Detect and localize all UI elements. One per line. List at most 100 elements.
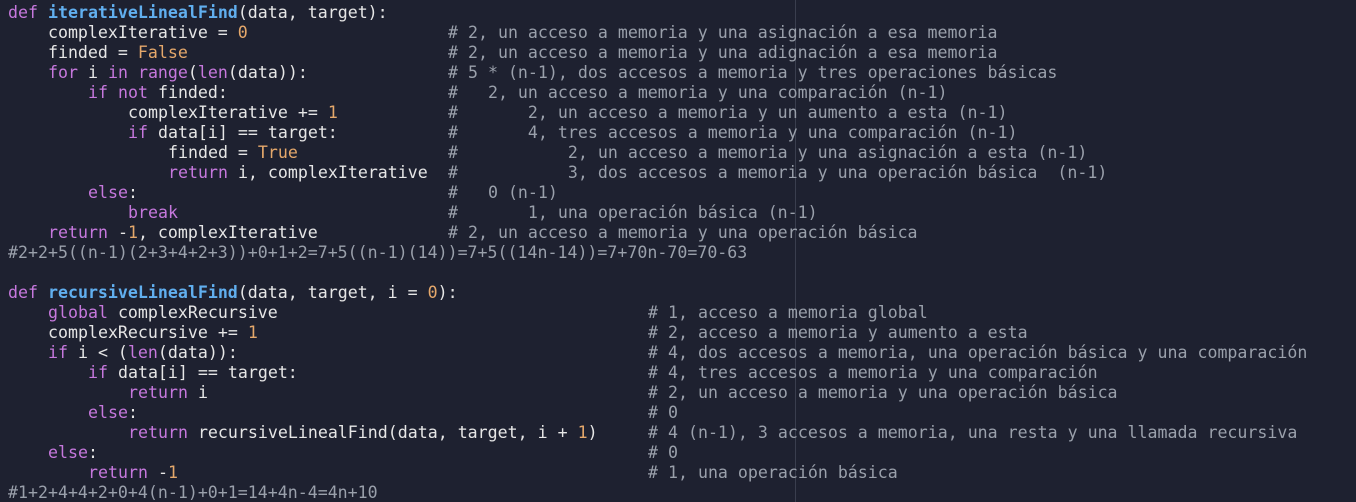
- code-text: -: [107, 223, 128, 242]
- code-line-1: def iterativeLinealFind(data, target):: [8, 3, 388, 23]
- keyword-else: else: [48, 443, 88, 462]
- bool-literal: True: [257, 143, 298, 162]
- code-editor[interactable]: def iterativeLinealFind(data, target): c…: [0, 0, 1356, 502]
- code-text: finded =: [8, 43, 138, 62]
- comment: # 1, una operación básica (n-1): [448, 203, 818, 222]
- code-text: , complexIterative: [137, 223, 318, 242]
- code-line-3: finded = False: [8, 43, 188, 63]
- code-text: complexRecursive: [107, 303, 278, 322]
- comment: # 0: [648, 403, 678, 422]
- comment: # 0 (n-1): [448, 183, 558, 202]
- builtin-len: len: [127, 343, 158, 362]
- comment: # 1, una operación básica: [648, 463, 898, 482]
- builtin-range: range: [137, 63, 188, 82]
- comment: # 2, un acceso a memoria y una asignació…: [448, 23, 998, 42]
- code-line-4: for i in range(len(data)):: [48, 63, 308, 83]
- code-line-17: complexRecursive += 1: [48, 323, 258, 343]
- comment: # 1, acceso a memoria global: [648, 303, 928, 322]
- bool-literal: False: [137, 43, 188, 62]
- code-line-12: return -1, complexIterative: [48, 223, 318, 243]
- number-literal: 1: [577, 423, 588, 442]
- keyword-if: if: [88, 363, 108, 382]
- comment: # 4 (n-1), 3 accesos a memoria, una rest…: [648, 423, 1298, 442]
- code-line-19: if data[i] == target:: [88, 363, 298, 383]
- code-text: finded:: [147, 83, 228, 102]
- comment: # 0: [648, 443, 678, 462]
- code-text: (data, target, i =: [237, 283, 428, 302]
- code-text: :: [127, 183, 138, 202]
- code-text: recursiveLinealFind(data, target, i +: [187, 423, 578, 442]
- code-text: :: [87, 443, 98, 462]
- keyword-return: return: [48, 223, 108, 242]
- code-text: -: [147, 463, 168, 482]
- code-line-23: else:: [48, 443, 98, 463]
- code-text: complexIterative =: [8, 23, 238, 42]
- number-literal: 1: [167, 463, 178, 482]
- code-text: i: [187, 383, 208, 402]
- keyword-else: else: [88, 183, 128, 202]
- code-text: ):: [437, 283, 458, 302]
- keyword-break: break: [128, 203, 178, 222]
- code-text: (data)):: [227, 63, 308, 82]
- number-literal: 1: [127, 223, 138, 242]
- code-line-18: if i < (len(data)):: [48, 343, 238, 363]
- comment: # 2, un acceso a memoria y una asignació…: [448, 143, 1088, 162]
- keyword-in: in: [107, 63, 128, 82]
- code-text: data[i] == target:: [147, 123, 338, 142]
- code-line-10: else:: [88, 183, 138, 203]
- keyword-def: def: [8, 283, 38, 302]
- keyword-if: if: [48, 343, 68, 362]
- keyword-if: if: [128, 123, 148, 142]
- comment: # 4, dos accesos a memoria, una operació…: [648, 343, 1308, 362]
- comment: # 2, un acceso a memoria y una comparaci…: [448, 83, 948, 102]
- code-line-20: return i: [128, 383, 208, 403]
- code-line-11: break: [128, 203, 178, 223]
- complexity-comment: #2+2+5((n-1)(2+3+4+2+3))+0+1+2=7+5((n-1)…: [8, 243, 748, 262]
- comment: # 2, acceso a memoria y aumento a esta: [648, 323, 1028, 342]
- comment: # 2, un acceso a memoria y una adignació…: [448, 43, 998, 62]
- keyword-global: global: [48, 303, 108, 322]
- code-text: finded =: [168, 143, 258, 162]
- keyword-else: else: [88, 403, 128, 422]
- keyword-if: if: [88, 83, 108, 102]
- builtin-len: len: [197, 63, 228, 82]
- keyword-return: return: [128, 383, 188, 402]
- code-line-24: return -1: [88, 463, 178, 483]
- code-text: i: [77, 63, 108, 82]
- code-text: ): [587, 423, 598, 442]
- code-text: (: [187, 63, 198, 82]
- code-line-21: else:: [88, 403, 138, 423]
- comment: # 2, un acceso a memoria y una operación…: [648, 383, 1118, 402]
- comment: # 4, tres accesos a memoria y una compar…: [648, 363, 1098, 382]
- code-text: complexRecursive +=: [48, 323, 248, 342]
- comment: # 5 * (n-1), dos accesos a memoria y tre…: [448, 63, 1058, 82]
- code-line-9: return i, complexIterative: [168, 163, 428, 183]
- comment: # 3, dos accesos a memoria y una operaci…: [448, 163, 1108, 182]
- number-literal: 1: [247, 323, 258, 342]
- code-line-22: return recursiveLinealFind(data, target,…: [128, 423, 598, 443]
- code-line-6: complexIterative += 1: [128, 103, 338, 123]
- number-literal: 1: [327, 103, 338, 122]
- keyword-return: return: [128, 423, 188, 442]
- keyword-for: for: [48, 63, 78, 82]
- code-text: (data, target):: [237, 3, 388, 22]
- code-line-7: if data[i] == target:: [128, 123, 338, 143]
- number-literal: 0: [237, 23, 248, 42]
- code-line-16: global complexRecursive: [48, 303, 278, 323]
- code-text: :: [127, 403, 138, 422]
- code-line-5: if not finded:: [88, 83, 228, 103]
- function-name: iterativeLinealFind: [47, 3, 238, 22]
- code-line-15: def recursiveLinealFind(data, target, i …: [8, 283, 458, 303]
- code-text: i, complexIterative: [227, 163, 428, 182]
- keyword-return: return: [88, 463, 148, 482]
- complexity-comment: #1+2+4+4+2+0+4(n-1)+0+1=14+4n-4=4n+10: [8, 483, 378, 502]
- function-name: recursiveLinealFind: [47, 283, 238, 302]
- number-literal: 0: [427, 283, 438, 302]
- code-text: complexIterative +=: [128, 103, 328, 122]
- code-text: i < (: [67, 343, 128, 362]
- code-line-8: finded = True: [168, 143, 298, 163]
- comment: # 4, tres accesos a memoria y una compar…: [448, 123, 1018, 142]
- code-text: (data)):: [157, 343, 238, 362]
